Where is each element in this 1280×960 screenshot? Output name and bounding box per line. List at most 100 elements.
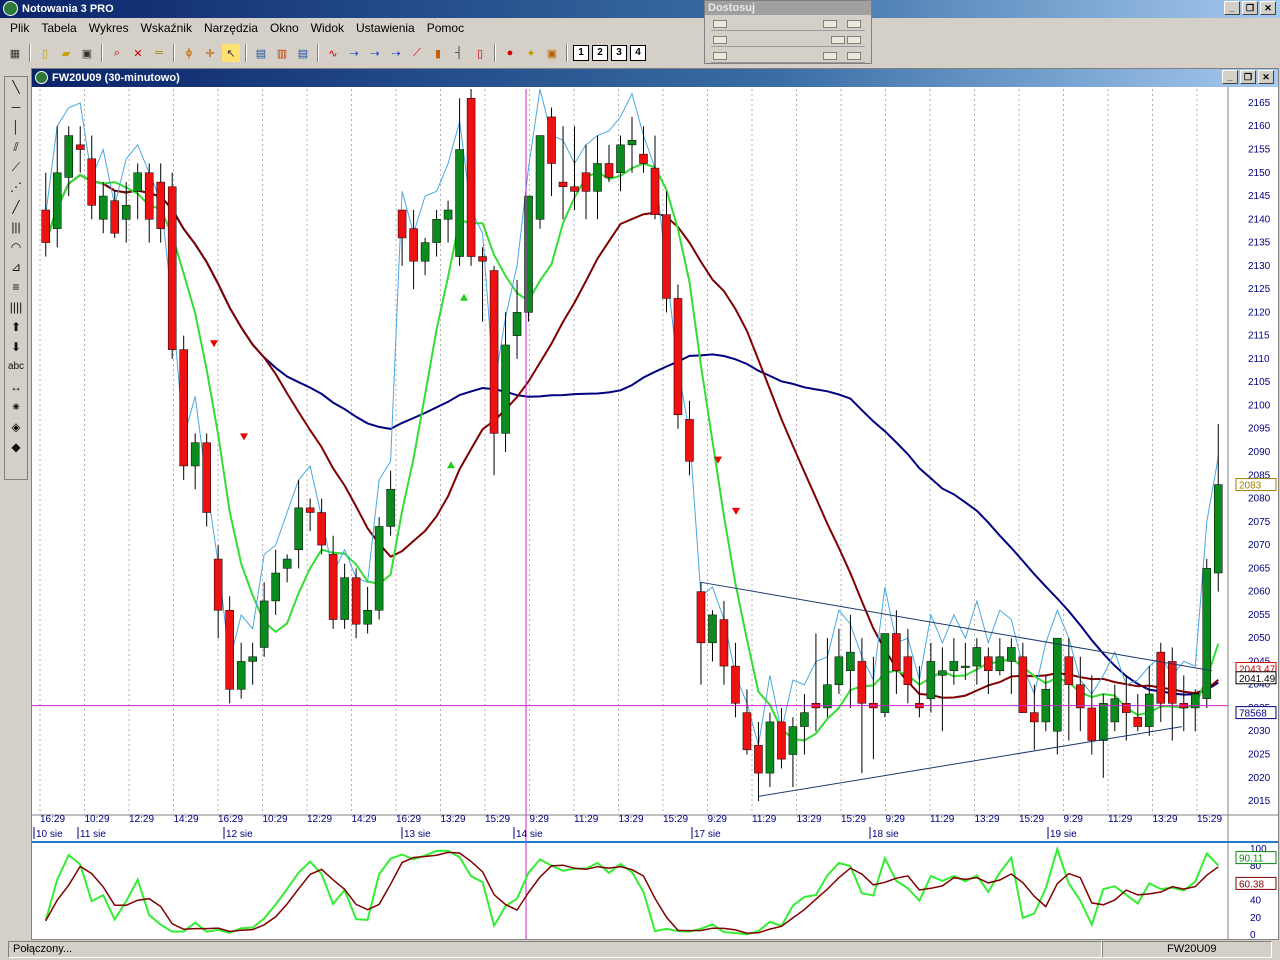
chart-window-title: FW20U09 (30-minutowo) [52, 72, 180, 84]
chart-window: FW20U09 (30-minutowo) _ ❐ ✕ 2165 2160 2155… [31, 68, 1279, 940]
arrow-down-icon[interactable]: ⬇ [5, 337, 27, 357]
layout-4-button[interactable]: 4 [630, 45, 646, 61]
adjust-slider-1[interactable] [711, 17, 865, 31]
ohlc-icon[interactable]: ┤ [450, 44, 468, 62]
cursor-icon[interactable]: ↖ [222, 44, 240, 62]
list-icon[interactable]: ▤ [294, 44, 312, 62]
open-icon[interactable]: ▰ [57, 44, 75, 62]
chart-window-titlebar: FW20U09 (30-minutowo) _ ❐ ✕ [32, 69, 1278, 87]
buy-arrow-icon [460, 293, 468, 301]
candle-down [478, 256, 487, 262]
clear-icon[interactable]: ◆ [5, 437, 27, 457]
wave-icon[interactable]: ∿ [324, 44, 342, 62]
table-icon[interactable]: ▤ [252, 44, 270, 62]
slider-thumb[interactable] [847, 52, 861, 60]
line-chart-icon[interactable]: ⟋ [408, 44, 426, 62]
text-icon[interactable]: abc [5, 357, 27, 377]
fan-icon[interactable]: ⊿ [5, 257, 27, 277]
menu-wskaznik[interactable]: Wskaźnik [135, 21, 198, 35]
time-label: 9:29 [530, 814, 550, 825]
menu-plik[interactable]: Plik [4, 21, 35, 35]
eraser-icon[interactable]: ◈ [5, 417, 27, 437]
price-chart[interactable]: 2165 2160 2155 2150 2145 2140 2135 2130 2125 2120… [32, 87, 1278, 939]
slider-thumb[interactable] [847, 20, 861, 28]
horizontal-line-icon[interactable]: ─ [5, 97, 27, 117]
toolbar-separator [245, 44, 247, 62]
candle-down [167, 186, 177, 350]
segment-icon[interactable]: ╱ [5, 197, 27, 217]
slider-thumb[interactable] [823, 52, 837, 60]
layout-3-button[interactable]: 3 [611, 45, 627, 61]
layout-1-button[interactable]: 1 [573, 45, 589, 61]
candle-down [1167, 661, 1177, 704]
arrow-up-icon[interactable]: ⬆ [5, 317, 27, 337]
ma-mid-line [44, 173, 1219, 699]
gann-fan-icon[interactable]: ⋰ [5, 177, 27, 197]
arrow-right-icon[interactable]: ⇢ [345, 44, 363, 62]
date-label: 13 sie [404, 829, 431, 840]
layout-icon[interactable]: ▥ [273, 44, 291, 62]
close-button[interactable]: ✕ [1260, 1, 1276, 15]
zoom-icon[interactable]: ⌕ [108, 44, 126, 62]
adjust-slider-2[interactable] [711, 33, 865, 47]
ruler-icon[interactable]: ═ [150, 44, 168, 62]
picture-icon[interactable]: ▣ [543, 44, 561, 62]
adjust-slider-3[interactable] [711, 49, 865, 63]
slider-thumb[interactable] [831, 36, 845, 44]
parallel-lines-icon[interactable]: ||| [5, 217, 27, 237]
idea-icon[interactable]: ✦ [522, 44, 540, 62]
fibonacci-retracement-icon[interactable]: ≡ [5, 277, 27, 297]
menu-widok[interactable]: Widok [305, 21, 350, 35]
candle-up [512, 312, 522, 336]
menu-okno[interactable]: Okno [264, 21, 305, 35]
trend-icon[interactable]: ⟋ [5, 157, 27, 177]
delete-icon[interactable]: ✕ [129, 44, 147, 62]
candle-down [1087, 707, 1097, 741]
chart-close-button[interactable]: ✕ [1258, 70, 1274, 84]
grid-icon[interactable]: ▦ [6, 44, 24, 62]
signal-icon[interactable]: ● [501, 44, 519, 62]
chart-restore-button[interactable]: ❐ [1240, 70, 1256, 84]
new-icon[interactable]: ▯ [36, 44, 54, 62]
menu-pomoc[interactable]: Pomoc [421, 21, 470, 35]
y-tick-label: 2075 [1248, 517, 1271, 528]
bar-chart-icon[interactable]: ▮ [429, 44, 447, 62]
minimize-button[interactable]: _ [1224, 1, 1240, 15]
candle-down [328, 554, 338, 620]
slider-thumb[interactable] [823, 20, 837, 28]
arc-icon[interactable]: ◠ [5, 237, 27, 257]
adjust-panel-title: Dostosuj [705, 1, 871, 15]
save-icon[interactable]: ▣ [78, 44, 96, 62]
arrow-right-3-icon[interactable]: ⇢ [387, 44, 405, 62]
restore-button[interactable]: ❐ [1242, 1, 1258, 15]
arrow-right-2-icon[interactable]: ⇢ [366, 44, 384, 62]
measure-icon[interactable]: ↔ [5, 377, 27, 397]
candle-up [121, 205, 131, 220]
slider-thumb[interactable] [847, 36, 861, 44]
menu-narzedzia[interactable]: Narzędzia [198, 21, 264, 35]
y-tick-label: 2145 [1248, 191, 1271, 202]
last-price-badge: 2083 [1239, 481, 1262, 492]
slider-thumb[interactable] [713, 20, 727, 28]
time-label: 13:29 [441, 814, 466, 825]
candle-up [627, 139, 637, 146]
y-tick-label: 2015 [1248, 796, 1271, 807]
candle-icon[interactable]: ▯ [471, 44, 489, 62]
line-icon[interactable]: ╲ [5, 77, 27, 97]
channel-icon[interactable]: ⫽ [5, 137, 27, 157]
buy-arrow-icon [447, 461, 455, 469]
menu-wykres[interactable]: Wykres [83, 21, 135, 35]
time-zones-icon[interactable]: |||| [5, 297, 27, 317]
candle-up [949, 661, 959, 671]
magnet-icon[interactable]: ⁕ [5, 397, 27, 417]
slider-thumb[interactable] [713, 36, 727, 44]
fibonacci-icon[interactable]: ϕ [180, 44, 198, 62]
chart-minimize-button[interactable]: _ [1222, 70, 1238, 84]
vertical-line-icon[interactable]: │ [5, 117, 27, 137]
slider-thumb[interactable] [713, 52, 727, 60]
menu-ustawienia[interactable]: Ustawienia [350, 21, 421, 35]
menu-tabela[interactable]: Tabela [35, 21, 82, 35]
app-window-controls: _ ❐ ✕ [1224, 1, 1276, 15]
crosshair-icon[interactable]: ✛ [201, 44, 219, 62]
layout-2-button[interactable]: 2 [592, 45, 608, 61]
